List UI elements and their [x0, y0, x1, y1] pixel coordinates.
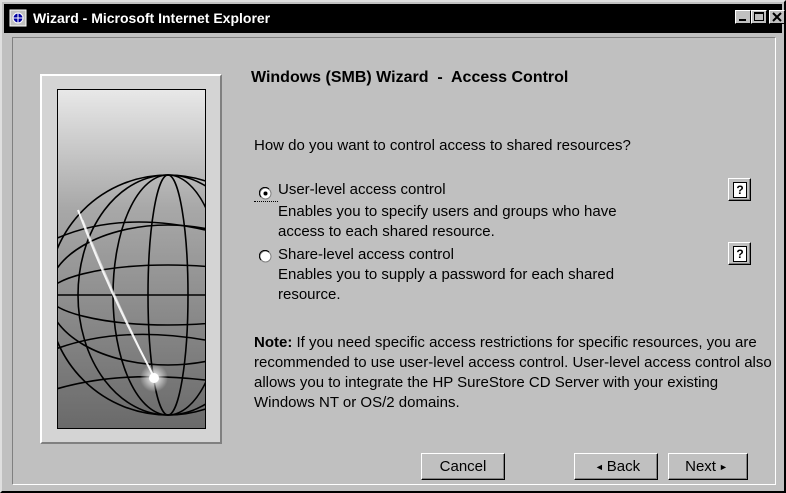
- maximize-icon: [754, 12, 764, 21]
- minimize-icon: [739, 19, 746, 21]
- globe-comet-image: [57, 89, 206, 429]
- help-icon: ?: [733, 246, 747, 262]
- user-level-help-button[interactable]: ?: [728, 178, 751, 201]
- wizard-image-frame: [40, 74, 222, 444]
- back-arrow-icon: ◄: [594, 461, 604, 472]
- access-question: How do you want to control access to sha…: [254, 137, 631, 154]
- user-level-label[interactable]: User-level access control: [278, 181, 446, 198]
- minimize-button[interactable]: [735, 10, 751, 24]
- next-label: Next: [685, 458, 716, 475]
- share-level-label[interactable]: Share-level access control: [278, 246, 454, 263]
- back-label: Back: [606, 458, 641, 475]
- wizard-window: Wizard - Microsoft Internet Explorer Win…: [0, 0, 786, 493]
- next-button[interactable]: Next ►: [668, 453, 748, 480]
- share-level-help-button[interactable]: ?: [728, 242, 751, 265]
- cancel-button[interactable]: Cancel: [421, 453, 505, 480]
- user-level-description: Enables you to specify users and groups …: [278, 202, 617, 242]
- share-level-desc-line1: Enables you to supply a password for eac…: [278, 266, 615, 283]
- title-bar[interactable]: Wizard - Microsoft Internet Explorer: [4, 4, 785, 33]
- back-button[interactable]: ◄ Back: [574, 453, 658, 480]
- note-label: Note:: [254, 334, 293, 351]
- share-level-radio[interactable]: [259, 250, 272, 263]
- help-icon: ?: [733, 182, 747, 198]
- note-paragraph: Note: If you need specific access restri…: [254, 333, 774, 413]
- window-title: Wizard - Microsoft Internet Explorer: [33, 10, 271, 26]
- note-text: If you need specific access restrictions…: [254, 334, 772, 411]
- close-button[interactable]: [769, 10, 785, 24]
- share-level-desc-line2: resource.: [278, 286, 341, 303]
- focus-indicator: [254, 201, 278, 202]
- share-level-description: Enables you to supply a password for eac…: [278, 265, 614, 305]
- user-level-desc-line2: access to each shared resource.: [278, 223, 495, 240]
- wizard-heading: Windows (SMB) Wizard - Access Control: [251, 69, 569, 86]
- ie-wizard-icon: [9, 9, 27, 27]
- maximize-button[interactable]: [751, 10, 767, 24]
- user-level-radio[interactable]: [259, 187, 272, 200]
- close-icon: [772, 12, 782, 22]
- cancel-label: Cancel: [439, 458, 487, 475]
- user-level-desc-line1: Enables you to specify users and groups …: [278, 203, 617, 220]
- next-arrow-icon: ►: [718, 461, 728, 472]
